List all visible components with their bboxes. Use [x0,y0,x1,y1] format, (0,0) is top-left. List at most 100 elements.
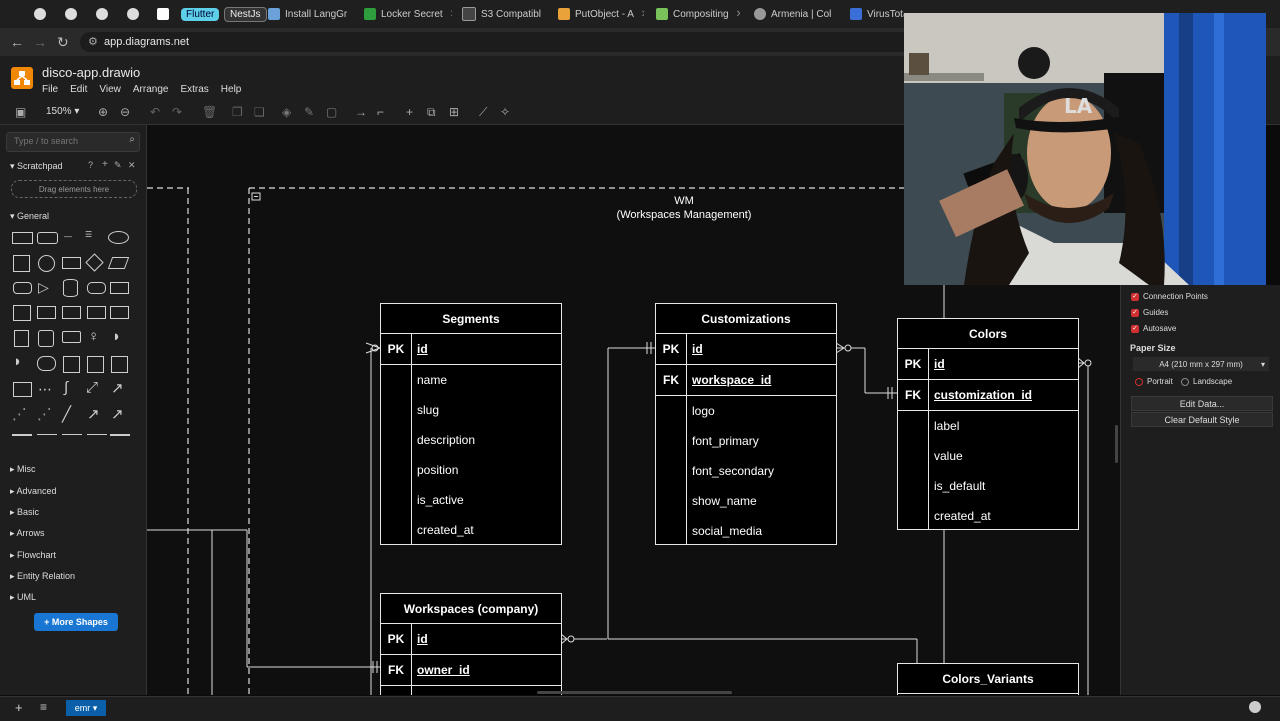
and-shape[interactable]: ◗ [13,353,22,370]
insert-icon[interactable]: + [406,105,413,119]
table-row[interactable]: is_default [898,471,1078,501]
er-table-colors[interactable]: Colors PK id FK customization_id label val… [897,318,1079,530]
tab-github-1[interactable] [34,4,46,24]
github-icon[interactable] [1249,701,1261,713]
table-row[interactable]: created_at [381,515,561,545]
rounded-rectangle-shape[interactable] [37,232,58,244]
tab-compositing[interactable]: Compositing ✕ [656,4,740,24]
scratchpad-header[interactable]: ▾ Scratchpad [10,161,63,172]
site-info-icon[interactable]: ⚙ [88,35,98,48]
process-shape[interactable] [62,257,81,269]
textbox-shape[interactable]: ☰ [85,230,92,239]
autosave-checkbox[interactable]: ✓ Autosave [1131,324,1176,333]
more-shapes-button[interactable]: + More Shapes [34,613,118,631]
er-table-customizations[interactable]: Customizations PK id FK workspace_id logo … [655,303,837,545]
curve-shape[interactable]: ∫ [64,379,68,396]
er-table-segments[interactable]: Segments PK id name slug description posi… [380,303,562,545]
arrow-thin-shape[interactable]: ↗ [111,405,124,423]
paper-size-select[interactable]: A4 (210 mm x 297 mm) ▾ [1133,357,1269,371]
tape-shape[interactable] [110,282,129,294]
general-header[interactable]: ▾ General [10,211,49,222]
tab-s3-compatible[interactable]: S3 Compatibl✕ [462,4,546,24]
redo-icon[interactable]: ↷ [172,105,182,119]
line-color-icon[interactable]: ✎ [304,105,314,119]
circle-shape[interactable] [38,255,55,272]
cylinder-shape[interactable] [63,279,78,297]
table-row[interactable]: font_primary [656,426,836,456]
waypoints-icon[interactable]: ⌐ [377,105,384,119]
menu-view[interactable]: View [99,84,121,95]
tab-armenia[interactable]: Armenia | Col✕ [754,4,838,24]
edit-data-button[interactable]: Edit Data... [1131,396,1273,411]
back-arrow-icon[interactable]: ← [10,34,24,50]
actor-shape[interactable]: ♀ [88,328,99,345]
guides-checkbox[interactable]: ✓ Guides [1131,308,1168,317]
container-title[interactable]: WM (Workspaces Management) [599,194,769,222]
table-row[interactable]: PK id [381,334,561,365]
cloud-shape[interactable] [87,282,106,294]
zoom-in-icon[interactable]: ⊕ [98,105,108,119]
add-icon[interactable]: + [102,159,108,170]
table-row[interactable]: description [381,425,561,455]
display-shape[interactable] [37,356,56,371]
delete-icon[interactable]: 🗑 [202,105,217,119]
table-row[interactable]: slug [381,395,561,425]
text-shape[interactable]: — [64,232,72,241]
line-shape[interactable]: ╱ [62,405,71,423]
callout-shape[interactable] [62,331,81,343]
close-icon[interactable]: ✕ [128,160,136,171]
edit-icon[interactable]: ✎ [114,160,122,171]
arrow-shape[interactable]: ↗ [111,379,124,397]
connection-points-checkbox[interactable]: ✓ Connection Points [1131,292,1208,301]
cube-shape[interactable] [62,306,81,319]
close-icon[interactable]: ✕ [736,9,740,20]
zoom-out-icon[interactable]: ⊖ [120,105,130,119]
ellipse-shape[interactable] [108,231,129,244]
connector5-shape[interactable] [110,434,130,436]
step-shape[interactable] [87,306,106,319]
tab-github-4[interactable] [127,4,139,24]
er-table-workspaces[interactable]: Workspaces (company) PK id FK owner_id [380,593,562,695]
tab-flutter[interactable]: Flutter [181,4,220,24]
url-field[interactable]: ⚙ app.diagrams.net [80,32,924,52]
tab-gmail[interactable] [157,4,169,24]
close-icon[interactable]: ✕ [450,9,452,20]
clear-default-style-button[interactable]: Clear Default Style [1131,412,1273,427]
page-tab-emr[interactable]: emr ▾ [66,700,106,716]
fill-color-icon[interactable]: ◈ [282,105,291,119]
table-row[interactable]: value [898,441,1078,471]
or-shape[interactable]: ◗ [112,328,121,345]
tab-github-3[interactable] [96,4,108,24]
horizontal-scrollbar[interactable] [537,691,732,694]
category-flowchart[interactable]: ▸ Flowchart [10,550,56,561]
table-row[interactable]: logo [656,396,836,426]
shape-search-box[interactable]: ⌕ [6,132,140,152]
zoom-dropdown[interactable]: 150% ▾ [46,106,79,117]
vertical-scrollbar[interactable] [1115,425,1118,463]
table-row[interactable]: FK owner_id [381,655,561,686]
hexagon-shape[interactable] [13,282,32,294]
landscape-radio[interactable]: Landscape [1181,377,1232,386]
square-shape[interactable] [13,255,30,272]
menu-edit[interactable]: Edit [70,84,87,95]
triangle-shape[interactable]: ▷ [38,279,49,296]
table-row[interactable]: is_active [381,485,561,515]
card-folded-shape[interactable] [38,330,54,347]
table-row[interactable]: social_media [656,516,836,546]
tab-putobject[interactable]: PutObject - A✕ [558,4,644,24]
shapes-icon[interactable]: ⧉ [427,105,436,120]
list-shape[interactable] [13,382,32,397]
help-icon[interactable]: ? [88,160,93,170]
document-title[interactable]: disco-app.drawio [42,65,140,80]
er-table-colors-variants[interactable]: Colors_Variants [897,663,1079,695]
edit-style-icon[interactable]: ⟋ [479,105,487,120]
dashed-line-shape[interactable]: ⋯ [38,381,52,398]
magic-icon[interactable]: ✧ [500,105,510,119]
tab-virustotal[interactable]: VirusTotal - U [850,4,904,24]
reload-icon[interactable]: ↻ [57,34,69,51]
frame-shape[interactable] [87,356,104,373]
shape-search-input[interactable] [12,135,126,147]
arrow-line-shape[interactable]: ↗ [87,405,100,423]
connection-icon[interactable]: → [355,105,367,119]
to-front-icon[interactable]: ❐ [232,105,243,119]
